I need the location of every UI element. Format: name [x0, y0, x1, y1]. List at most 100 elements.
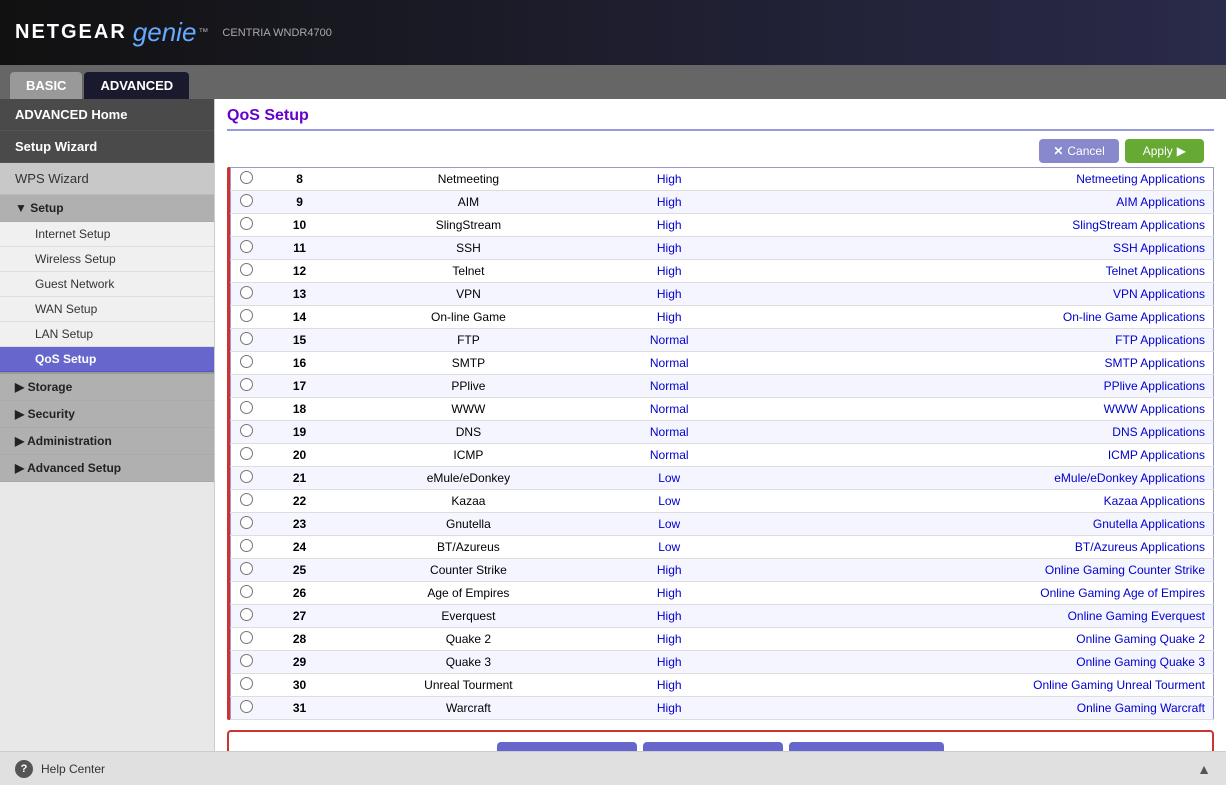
row-radio-cell[interactable] — [231, 467, 263, 490]
row-desc: eMule/eDonkey Applications — [738, 467, 1213, 490]
row-priority: Normal — [600, 444, 738, 467]
row-radio-cell[interactable] — [231, 559, 263, 582]
sidebar-item-setup-wizard[interactable]: Setup Wizard — [0, 131, 214, 163]
row-radio-input[interactable] — [240, 493, 253, 506]
row-radio-input[interactable] — [240, 309, 253, 322]
row-radio-input[interactable] — [240, 424, 253, 437]
row-radio-input[interactable] — [240, 355, 253, 368]
row-radio-input[interactable] — [240, 286, 253, 299]
sidebar-section-storage[interactable]: ▶ Storage — [0, 372, 214, 401]
tab-basic[interactable]: BASIC — [10, 72, 82, 99]
tab-advanced[interactable]: ADVANCED — [84, 72, 189, 99]
row-radio-cell[interactable] — [231, 674, 263, 697]
delete-button[interactable]: ✕ Delete — [643, 742, 783, 751]
row-radio-cell[interactable] — [231, 513, 263, 536]
row-radio-cell[interactable] — [231, 398, 263, 421]
header: NETGEAR genie ™ CENTRIA WNDR4700 — [0, 0, 1226, 65]
table-row: 28 Quake 2 High Online Gaming Quake 2 — [231, 628, 1214, 651]
row-name: Age of Empires — [337, 582, 601, 605]
row-radio-cell[interactable] — [231, 490, 263, 513]
row-radio-input[interactable] — [240, 700, 253, 713]
row-radio-cell[interactable] — [231, 651, 263, 674]
help-circle-icon: ? — [15, 760, 33, 778]
sidebar-item-guest-network[interactable]: Guest Network — [0, 272, 214, 297]
sidebar-item-qos-setup[interactable]: QoS Setup — [0, 347, 214, 372]
row-radio-cell[interactable] — [231, 214, 263, 237]
row-name: ICMP — [337, 444, 601, 467]
row-desc: SSH Applications — [738, 237, 1213, 260]
row-radio-input[interactable] — [240, 608, 253, 621]
table-row: 20 ICMP Normal ICMP Applications — [231, 444, 1214, 467]
row-radio-cell[interactable] — [231, 329, 263, 352]
delete-all-button[interactable]: ✕ Delete All — [789, 742, 944, 751]
row-radio-input[interactable] — [240, 263, 253, 276]
row-name: Quake 3 — [337, 651, 601, 674]
row-num: 20 — [263, 444, 337, 467]
row-radio-input[interactable] — [240, 516, 253, 529]
sidebar-item-wps-wizard[interactable]: WPS Wizard — [0, 163, 214, 195]
row-desc: Gnutella Applications — [738, 513, 1213, 536]
row-priority: Normal — [600, 329, 738, 352]
sidebar-item-advanced-home[interactable]: ADVANCED Home — [0, 99, 214, 131]
sidebar-section-security[interactable]: ▶ Security — [0, 401, 214, 428]
row-radio-input[interactable] — [240, 677, 253, 690]
table-row: 22 Kazaa Low Kazaa Applications — [231, 490, 1214, 513]
help-bar: ? Help Center ▲ — [0, 751, 1226, 785]
row-num: 9 — [263, 191, 337, 214]
apply-arrow-icon: ▶ — [1177, 144, 1186, 158]
row-radio-cell[interactable] — [231, 237, 263, 260]
row-name: Telnet — [337, 260, 601, 283]
row-priority: Normal — [600, 375, 738, 398]
row-radio-input[interactable] — [240, 654, 253, 667]
row-desc: AIM Applications — [738, 191, 1213, 214]
help-expand-icon[interactable]: ▲ — [1197, 761, 1211, 777]
row-radio-input[interactable] — [240, 378, 253, 391]
row-radio-input[interactable] — [240, 631, 253, 644]
row-name: DNS — [337, 421, 601, 444]
row-radio-cell[interactable] — [231, 191, 263, 214]
row-radio-input[interactable] — [240, 562, 253, 575]
row-radio-cell[interactable] — [231, 536, 263, 559]
row-radio-cell[interactable] — [231, 628, 263, 651]
row-radio-input[interactable] — [240, 217, 253, 230]
cancel-button[interactable]: ✕ Cancel — [1039, 139, 1118, 163]
sidebar-section-advanced-setup[interactable]: ▶ Advanced Setup — [0, 455, 214, 482]
row-radio-cell[interactable] — [231, 697, 263, 720]
row-radio-cell[interactable] — [231, 582, 263, 605]
row-priority: High — [600, 306, 738, 329]
row-radio-cell[interactable] — [231, 283, 263, 306]
row-num: 28 — [263, 628, 337, 651]
row-radio-cell[interactable] — [231, 605, 263, 628]
sidebar-section-administration[interactable]: ▶ Administration — [0, 428, 214, 455]
row-radio-cell[interactable] — [231, 168, 263, 191]
row-desc: ICMP Applications — [738, 444, 1213, 467]
row-desc: FTP Applications — [738, 329, 1213, 352]
row-radio-input[interactable] — [240, 447, 253, 460]
row-radio-cell[interactable] — [231, 352, 263, 375]
sidebar-item-wan-setup[interactable]: WAN Setup — [0, 297, 214, 322]
table-row: 17 PPlive Normal PPlive Applications — [231, 375, 1214, 398]
edit-button[interactable]: ✏ Edit — [497, 742, 637, 751]
apply-button[interactable]: Apply ▶ — [1125, 139, 1204, 163]
row-radio-input[interactable] — [240, 240, 253, 253]
row-radio-input[interactable] — [240, 585, 253, 598]
row-radio-input[interactable] — [240, 194, 253, 207]
row-num: 21 — [263, 467, 337, 490]
row-radio-cell[interactable] — [231, 260, 263, 283]
row-radio-cell[interactable] — [231, 375, 263, 398]
row-name: BT/Azureus — [337, 536, 601, 559]
row-radio-input[interactable] — [240, 470, 253, 483]
sidebar-section-setup[interactable]: ▼ Setup — [0, 195, 214, 222]
row-radio-cell[interactable] — [231, 421, 263, 444]
sidebar-item-lan-setup[interactable]: LAN Setup — [0, 322, 214, 347]
row-radio-input[interactable] — [240, 171, 253, 184]
row-radio-cell[interactable] — [231, 306, 263, 329]
sidebar-item-internet-setup[interactable]: Internet Setup — [0, 222, 214, 247]
row-priority: High — [600, 214, 738, 237]
row-radio-input[interactable] — [240, 539, 253, 552]
row-radio-cell[interactable] — [231, 444, 263, 467]
row-radio-input[interactable] — [240, 332, 253, 345]
row-radio-input[interactable] — [240, 401, 253, 414]
sidebar-item-wireless-setup[interactable]: Wireless Setup — [0, 247, 214, 272]
row-priority: High — [600, 559, 738, 582]
